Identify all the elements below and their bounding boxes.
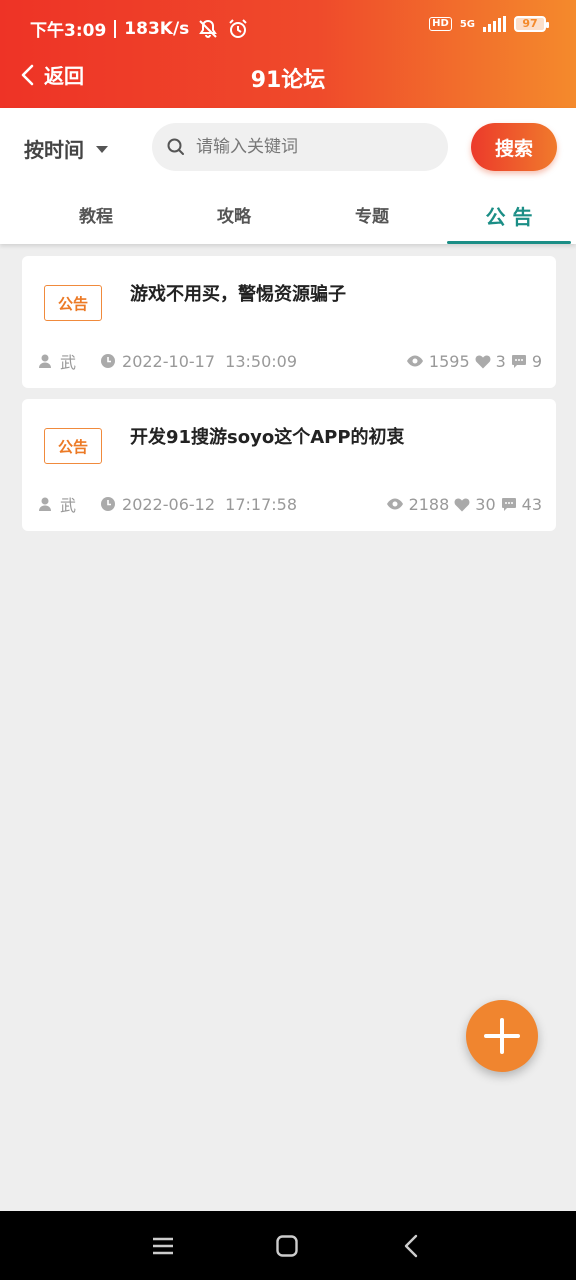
search-input[interactable] xyxy=(196,137,426,157)
new-post-button[interactable] xyxy=(466,1000,538,1072)
system-nav-bar xyxy=(0,1211,576,1280)
post-likes: 3 xyxy=(495,351,506,371)
search-button[interactable]: 搜索 xyxy=(471,123,557,171)
network-type: 5G xyxy=(459,18,475,30)
nav-bar: 返回 91论坛 xyxy=(0,56,576,96)
post-views: 1595 xyxy=(428,351,470,371)
heart-icon xyxy=(454,496,470,512)
status-left: 下午3:09 183K/s xyxy=(30,16,249,41)
category-tabs: 教程 攻略 专题 公 告 xyxy=(0,200,576,244)
clock-icon xyxy=(100,353,116,369)
back-arrow-icon xyxy=(404,1234,418,1258)
signal-icon xyxy=(483,16,506,32)
post-author: 武 xyxy=(60,353,77,372)
heart-icon xyxy=(475,353,491,369)
home-button[interactable] xyxy=(274,1233,300,1259)
post-card[interactable]: 公告 开发91搜游soyo这个APP的初衷 武 2022-06-12 17:17… xyxy=(22,399,556,531)
post-datetime: 2022-06-12 17:17:58 xyxy=(122,494,298,514)
tab-guides[interactable]: 攻略 xyxy=(172,200,296,244)
post-comments: 43 xyxy=(521,494,542,514)
battery-icon: 97 xyxy=(514,16,549,32)
user-icon xyxy=(38,353,54,369)
post-likes: 30 xyxy=(475,494,496,514)
post-meta: 武 2022-10-17 13:50:09 1595 3 9 xyxy=(38,350,542,372)
search-box xyxy=(152,123,448,171)
header: 下午3:09 183K/s HD 5G 97 返回 91论坛 xyxy=(0,0,576,108)
comment-icon xyxy=(511,353,527,369)
post-comments: 9 xyxy=(531,351,542,371)
post-meta: 武 2022-06-12 17:17:58 2188 30 43 xyxy=(38,493,542,515)
tab-tutorials[interactable]: 教程 xyxy=(34,200,158,244)
status-speed: 183K/s xyxy=(124,18,190,39)
user-icon xyxy=(38,496,54,512)
recent-apps-button[interactable] xyxy=(150,1233,176,1259)
clock-icon xyxy=(100,496,116,512)
comment-icon xyxy=(501,496,517,512)
post-meta-left: 武 2022-06-12 17:17:58 xyxy=(38,492,297,516)
sort-dropdown[interactable]: 按时间 xyxy=(24,134,108,163)
post-datetime: 2022-10-17 13:50:09 xyxy=(122,351,298,371)
status-divider xyxy=(114,19,117,38)
post-views: 2188 xyxy=(408,494,450,514)
menu-icon xyxy=(153,1237,173,1255)
search-icon xyxy=(166,137,186,157)
hd-badge: HD xyxy=(429,17,452,31)
home-square-icon xyxy=(276,1235,298,1257)
tab-topics[interactable]: 专题 xyxy=(310,200,434,244)
post-stats: 1595 3 9 xyxy=(406,352,542,371)
status-right: HD 5G 97 xyxy=(429,16,549,32)
toolbar: 按时间 搜索 教程 攻略 专题 公 告 xyxy=(0,108,576,244)
post-title: 游戏不用买，警惕资源骗子 xyxy=(130,284,346,305)
page-title: 91论坛 xyxy=(250,68,326,93)
post-title: 开发91搜游soyo这个APP的初衷 xyxy=(130,427,405,448)
status-time: 下午3:09 xyxy=(30,21,107,41)
post-tag: 公告 xyxy=(44,285,102,321)
post-card[interactable]: 公告 游戏不用买，警惕资源骗子 武 2022-10-17 13:50:09 15… xyxy=(22,256,556,388)
alarm-icon xyxy=(227,18,249,40)
post-tag: 公告 xyxy=(44,428,102,464)
post-author: 武 xyxy=(60,496,77,515)
post-meta-left: 武 2022-10-17 13:50:09 xyxy=(38,349,297,373)
system-back-button[interactable] xyxy=(398,1233,424,1259)
eye-icon xyxy=(386,496,404,512)
plus-icon xyxy=(482,1016,522,1056)
status-bar: 下午3:09 183K/s HD 5G 97 xyxy=(0,12,576,46)
sort-label: 按时间 xyxy=(24,138,84,162)
app-root: 下午3:09 183K/s HD 5G 97 返回 91论坛 按时间 请输入关键… xyxy=(0,0,576,1280)
eye-icon xyxy=(406,353,424,369)
post-stats: 2188 30 43 xyxy=(386,495,542,514)
notifications-muted-icon xyxy=(197,18,219,40)
tab-announcements[interactable]: 公 告 xyxy=(447,200,571,244)
caret-down-icon xyxy=(96,146,108,153)
